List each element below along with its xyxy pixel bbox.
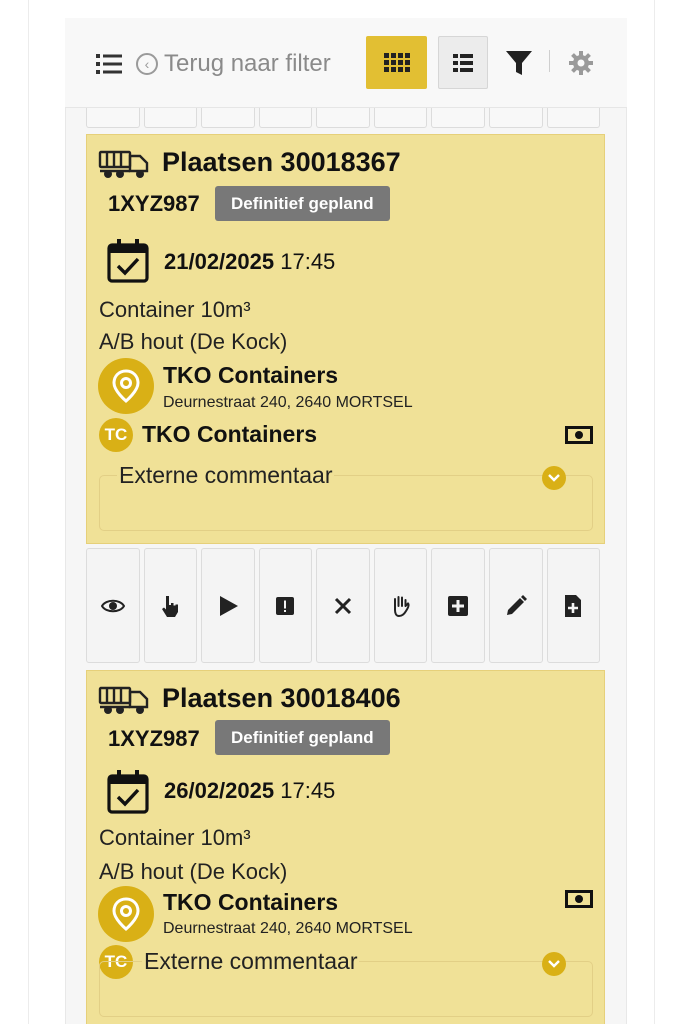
order-card[interactable]: Plaatsen 30018406 1XYZ987 Definitief gep… [86,670,605,1024]
action-tile[interactable] [143,108,198,128]
list-view-button[interactable] [438,36,488,89]
view-button[interactable] [86,548,140,663]
location-name: TKO Containers [163,889,339,915]
time-value: 17:45 [280,778,336,803]
card-title: Plaatsen 30018406 [162,683,401,713]
edit-icon [506,594,527,615]
play-icon [219,595,238,616]
customer-avatar: TC [99,418,133,452]
order-card[interactable]: Plaatsen 30018367 1XYZ987 Definitief gep… [86,134,605,544]
grid-view-icon [383,52,410,72]
grid-view-button[interactable] [366,36,427,89]
alert-button[interactable] [258,548,313,663]
card-title: Plaatsen 30018367 [162,147,401,177]
previous-actions-strip [86,108,601,128]
external-comment-label: Externe commentaar [117,462,335,489]
action-tile[interactable] [86,108,140,128]
location-pin-icon [98,886,154,942]
money-icon [565,426,593,444]
edit-button[interactable] [488,548,543,663]
date-value: 26/02/2025 [164,778,275,803]
action-tile[interactable] [201,108,255,128]
action-tile[interactable] [488,108,543,128]
right-edge-line [654,0,655,1024]
date-value: 21/02/2025 [164,249,275,274]
alert-icon [276,596,295,615]
chevron-down-icon[interactable] [542,952,566,976]
left-edge-line [28,0,29,1024]
status-badge: Definitief gepland [215,186,390,221]
filter-icon[interactable] [504,48,534,78]
list-icon[interactable] [96,53,122,75]
container-type: Container 10m³ [99,297,251,322]
action-tile[interactable] [546,108,601,128]
truck-icon [98,150,149,178]
back-circle-icon: ‹ [136,53,158,75]
add-button[interactable] [431,548,485,663]
calendar-check-icon [107,770,149,814]
add-document-icon [565,594,582,617]
license-plate: 1XYZ987 [108,191,200,216]
action-tile[interactable] [431,108,485,128]
stop-hand-icon [393,595,410,617]
view-icon [100,599,125,612]
add-icon [448,595,469,616]
location-pin-icon [98,358,154,414]
comment-divider [387,961,537,962]
truck-icon [98,686,149,714]
external-comment-label: Externe commentaar [142,948,360,975]
back-to-filter-label: Terug naar filter [164,50,331,77]
action-tile[interactable] [258,108,313,128]
stop-button[interactable] [373,548,428,663]
comment-divider [377,475,527,476]
toolbar-divider [549,50,550,72]
back-to-filter-link[interactable]: ‹ Terug naar filter [136,50,331,78]
status-badge: Definitief gepland [215,720,390,755]
action-tile[interactable] [373,108,428,128]
gear-icon[interactable] [567,49,595,77]
planned-date: 21/02/2025 17:45 [164,249,335,275]
container-type: Container 10m³ [99,825,251,850]
location-address: Deurnestraat 240, 2640 MORTSEL [163,394,413,411]
pointer-hand-icon [162,595,179,617]
action-tile[interactable] [316,108,370,128]
calendar-check-icon [107,239,149,283]
license-plate: 1XYZ987 [108,726,200,751]
time-value: 17:45 [280,249,336,274]
location-address: Deurnestraat 240, 2640 MORTSEL [163,920,413,937]
money-icon [565,890,593,908]
close-icon [334,597,352,614]
location-name: TKO Containers [163,362,339,388]
material-type: A/B hout (De Kock) [99,329,288,354]
card-actions [86,548,601,663]
cancel-button[interactable] [316,548,370,663]
add-document-button[interactable] [546,548,601,663]
select-button[interactable] [143,548,198,663]
planned-date: 26/02/2025 17:45 [164,778,335,804]
start-button[interactable] [201,548,255,663]
chevron-down-icon[interactable] [542,466,566,490]
material-type: A/B hout (De Kock) [99,859,288,884]
customer-name: TKO Containers [142,421,318,447]
list-view-icon [453,53,473,72]
